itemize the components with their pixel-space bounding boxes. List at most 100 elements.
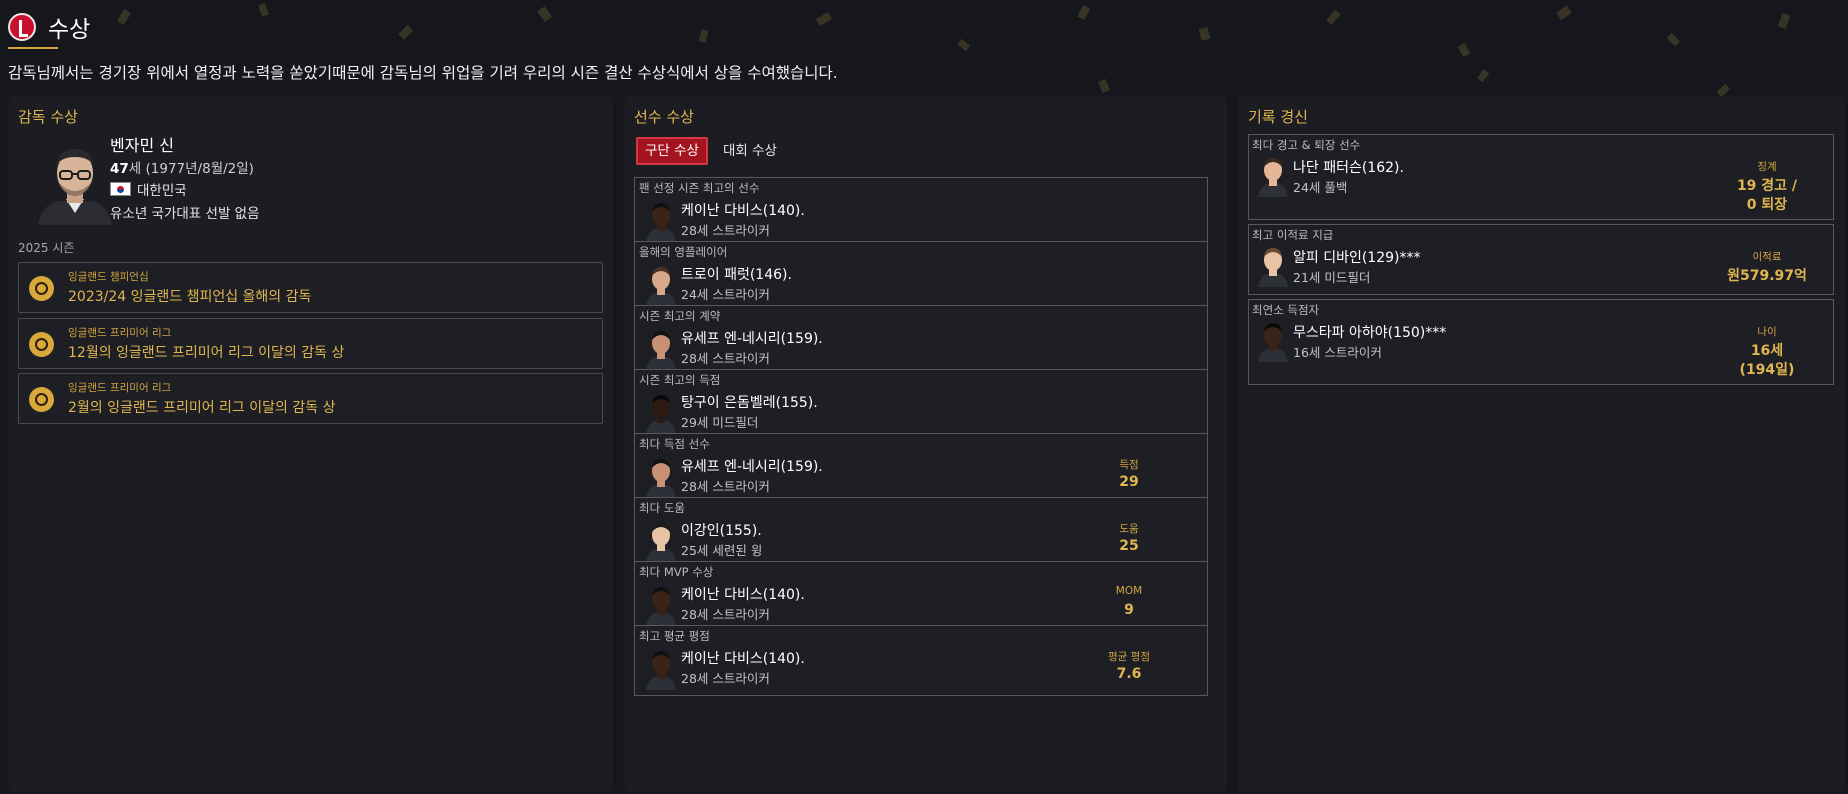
stat-value: 29 — [1119, 474, 1139, 490]
stat-value-line2: (194일) — [1739, 362, 1795, 378]
stat-label: 이적료 — [1752, 251, 1782, 263]
record-heading: 최고 이적료 지급 — [1252, 228, 1334, 242]
player-award-card[interactable]: 최다 득점 선수 유세프 엔-네시리(159). 28세 스트라이커 득점 29 — [634, 433, 1208, 504]
award-card[interactable]: 잉글랜드 챔피언십 2023/24 잉글랜드 챔피언십 올해의 감독 — [18, 262, 603, 313]
record-heading: 최연소 득점자 — [1252, 303, 1320, 317]
award-competition: 잉글랜드 챔피언십 — [68, 271, 149, 283]
player-face[interactable] — [645, 200, 677, 242]
player-award-card[interactable]: 최다 도움이강인(155). 25세 세련된 윙 도움 25 — [634, 497, 1208, 568]
stat-value: 7.6 — [1116, 666, 1142, 682]
title-underline — [8, 47, 58, 49]
player-name[interactable]: 이강인(155). — [681, 520, 762, 540]
award-competition: 잉글랜드 프리미어 리그 — [68, 382, 172, 394]
medal-icon — [29, 387, 54, 412]
award-heading: 최다 도움 — [639, 501, 685, 515]
record-card[interactable]: 최연소 득점자무스타파 아하야(150)*** 16세 스트라이커 나이 16세 (19… — [1248, 299, 1834, 385]
player-face[interactable] — [645, 520, 677, 562]
nationality-label[interactable]: 대한민국 — [137, 179, 187, 199]
award-name: 12월의 잉글랜드 프리미어 리그 이달의 감독 상 — [68, 345, 345, 361]
award-heading: 시즌 최고의 계약 — [639, 309, 721, 323]
player-name[interactable]: 유세프 엔-네시리(159). — [681, 456, 823, 476]
player-award-card[interactable]: 팬 선정 시즌 최고의 선수케이난 다비스(140). 28세 스트라이커 — [634, 177, 1208, 248]
manager-avatar[interactable] — [36, 143, 114, 225]
stat-label: 평균 평점 — [1108, 651, 1150, 663]
player-name[interactable]: 탕구이 은돔벨레(155). — [681, 392, 818, 412]
player-info: 28세 스트라이커 — [681, 607, 770, 622]
player-info: 28세 스트라이커 — [681, 671, 770, 686]
player-face[interactable] — [645, 584, 677, 626]
award-heading: 최고 평균 평점 — [639, 629, 710, 643]
player-face[interactable] — [645, 392, 677, 434]
player-name[interactable]: 케이난 다비스(140). — [681, 200, 805, 220]
player-awards-list[interactable]: 팬 선정 시즌 최고의 선수 케이난 다비스(140). 28세 스트라이커 올해의 … — [634, 177, 1214, 792]
confetti-background — [117, 2, 1791, 97]
season-label: 2025 시즌 — [18, 241, 75, 255]
player-awards-panel: 선수 수상 구단 수상 대회 수상 팬 선정 시즌 최고의 선수케이난 다비스(… — [624, 96, 1227, 792]
record-stat: 이적료원579.97억 — [1707, 249, 1827, 286]
record-stat: 나이 16세 (194일) — [1707, 324, 1827, 380]
tab-competition-awards[interactable]: 대회 수상 — [716, 137, 784, 165]
award-heading: 최다 득점 선수 — [639, 437, 710, 451]
player-name[interactable]: 트로이 패럿(146). — [681, 264, 792, 284]
player-info: 29세 미드필더 — [681, 415, 759, 430]
award-heading: 팬 선정 시즌 최고의 선수 — [639, 181, 760, 195]
stat-value-line1: 원579.97억 — [1727, 268, 1807, 284]
player-info: 24세 풀백 — [1293, 180, 1348, 195]
youth-caps: 유소년 국가대표 선발 없음 — [110, 206, 260, 222]
record-card[interactable]: 최다 경고 & 퇴장 선수 나단 패터슨(162). 24세 풀백 징계 19 경고 /… — [1248, 134, 1834, 220]
stat-label: 득점 — [1119, 459, 1139, 471]
stat-value-line1: 19 경고 / — [1736, 178, 1798, 194]
stat-label: 나이 — [1757, 326, 1777, 338]
record-card[interactable]: 최고 이적료 지급 알피 디바인(129)*** 21세 미드필더 이적료 원579.9… — [1248, 224, 1834, 295]
manager-age-years: 47 — [110, 161, 129, 177]
page-header: 수상 — [8, 7, 90, 47]
stat-label: 징계 — [1757, 161, 1777, 173]
award-heading: 최다 MVP 수상 — [639, 565, 714, 579]
player-info: 28세 스트라이커 — [681, 223, 770, 238]
player-face[interactable] — [1257, 155, 1289, 197]
tab-club-awards[interactable]: 구단 수상 — [636, 137, 708, 165]
player-info: 16세 스트라이커 — [1293, 345, 1382, 360]
stat-label: 도움 — [1119, 523, 1139, 535]
player-face[interactable] — [645, 264, 677, 306]
player-info: 24세 스트라이커 — [681, 287, 770, 302]
stat-value: 25 — [1119, 538, 1139, 554]
manager-age: 47세 (1977년/8월/2일) — [110, 157, 254, 177]
player-name[interactable]: 나단 패터슨(162). — [1293, 157, 1404, 177]
panel-title: 선수 수상 — [634, 108, 694, 126]
manager-awards-panel: 감독 수상 벤자민 신 47세 (1977년/8월/2일) 대한민국 유소년 국… — [8, 96, 613, 792]
records-panel: 기록 경신 최다 경고 & 퇴장 선수 나단 패터슨(162). 24세 풀백 징계 1… — [1238, 96, 1845, 792]
player-award-card[interactable]: 올해의 영플레이어트로이 패럿(146). 24세 스트라이커 — [634, 241, 1208, 312]
stat-value: 9 — [1124, 602, 1134, 618]
player-award-card[interactable]: 시즌 최고의 계약 유세프 엔-네시리(159). 28세 스트라이커 — [634, 305, 1208, 376]
manager-birthdate: 세 (1977년/8월/2일) — [128, 161, 254, 177]
player-face[interactable] — [645, 648, 677, 690]
award-card[interactable]: 잉글랜드 프리미어 리그 12월의 잉글랜드 프리미어 리그 이달의 감독 상 — [18, 318, 603, 369]
award-card[interactable]: 잉글랜드 프리미어 리그 2월의 잉글랜드 프리미어 리그 이달의 감독 상 — [18, 373, 603, 424]
player-face[interactable] — [645, 456, 677, 498]
player-award-card[interactable]: 최다 MVP 수상케이난 다비스(140). 28세 스트라이커 MOM 9 — [634, 561, 1208, 632]
player-info: 25세 세련된 윙 — [681, 543, 763, 558]
manager-nationality: 대한민국 — [110, 179, 187, 199]
player-award-card[interactable]: 시즌 최고의 득점 탕구이 은돔벨레(155). 29세 미드필더 — [634, 369, 1208, 440]
stat-label: MOM — [1115, 585, 1143, 597]
player-face[interactable] — [1257, 245, 1289, 287]
player-name[interactable]: 케이난 다비스(140). — [681, 648, 805, 668]
medal-icon — [29, 276, 54, 301]
award-tabs: 구단 수상 대회 수상 — [636, 137, 792, 165]
player-name[interactable]: 무스타파 아하야(150)*** — [1293, 322, 1446, 342]
award-heading: 올해의 영플레이어 — [639, 245, 728, 259]
stat-value-line1: 16세 — [1750, 343, 1784, 359]
player-name[interactable]: 유세프 엔-네시리(159). — [681, 328, 823, 348]
korea-flag-icon — [110, 182, 131, 196]
panel-title: 감독 수상 — [18, 108, 78, 126]
stat-value-line2: 0 퇴장 — [1746, 197, 1788, 213]
player-award-card[interactable]: 최고 평균 평점케이난 다비스(140). 28세 스트라이커 평균 평점 7.6 — [634, 625, 1208, 696]
player-name[interactable]: 알피 디바인(129)*** — [1293, 247, 1421, 267]
page-title: 수상 — [48, 17, 91, 43]
player-face[interactable] — [645, 328, 677, 370]
player-name[interactable]: 케이난 다비스(140). — [681, 584, 805, 604]
manager-name[interactable]: 벤자민 신 — [110, 132, 174, 156]
record-stat: 징계 19 경고 / 0 퇴장 — [1707, 159, 1827, 215]
player-face[interactable] — [1257, 320, 1289, 362]
